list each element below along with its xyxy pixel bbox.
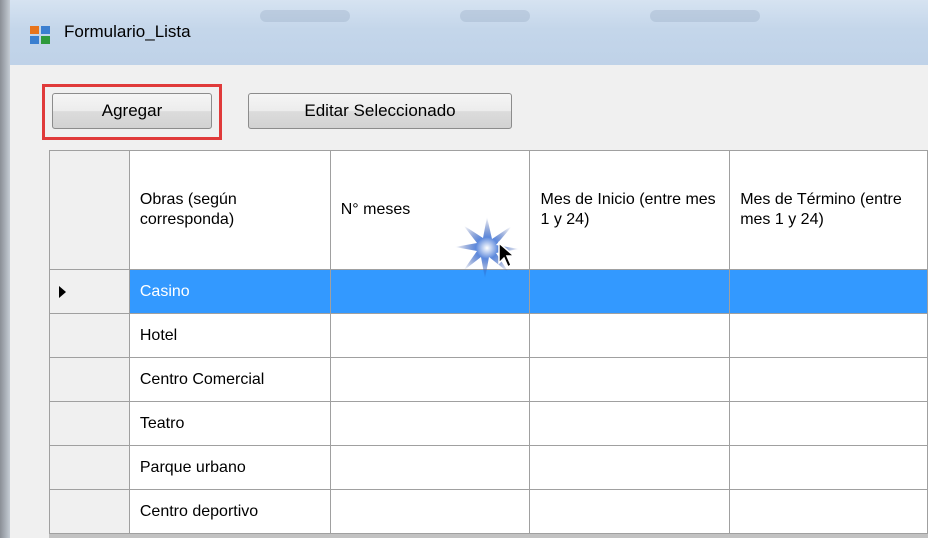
window-title: Formulario_Lista	[64, 22, 191, 41]
editar-seleccionado-button[interactable]: Editar Seleccionado	[248, 93, 512, 129]
cell-inicio[interactable]	[529, 401, 731, 446]
table-row[interactable]: Centro Comercial	[49, 357, 928, 402]
row-header[interactable]	[49, 401, 130, 446]
form-client-area: Agregar Editar Seleccionado Obras (según…	[20, 65, 928, 538]
cell-inicio[interactable]	[529, 313, 731, 358]
form-window: Formulario_Lista Agregar Editar Seleccio…	[10, 0, 928, 538]
cell-inicio[interactable]	[529, 269, 731, 314]
cell-obra[interactable]: Hotel	[128, 313, 331, 358]
table-row[interactable]: Hotel	[49, 313, 928, 358]
agregar-button[interactable]: Agregar	[52, 93, 212, 129]
cell-termino[interactable]	[729, 357, 928, 402]
titlebar-blur	[650, 10, 760, 22]
title-bar[interactable]: Formulario_Lista	[10, 0, 928, 65]
cell-termino[interactable]	[729, 445, 928, 490]
cell-obra[interactable]: Centro deportivo	[128, 489, 331, 534]
row-header[interactable]	[49, 489, 130, 534]
titlebar-blur	[460, 10, 530, 22]
cell-meses[interactable]	[329, 357, 531, 402]
cell-meses[interactable]	[329, 489, 531, 534]
column-header-inicio[interactable]: Mes de Inicio (entre mes 1 y 24)	[529, 150, 731, 270]
table-row[interactable]: Teatro	[49, 401, 928, 446]
cell-meses[interactable]	[329, 401, 531, 446]
table-row[interactable]: Parque urbano	[49, 445, 928, 490]
table-row[interactable]: Centro deportivo	[49, 489, 928, 534]
row-header[interactable]	[49, 269, 130, 314]
cell-inicio[interactable]	[529, 489, 731, 534]
current-row-arrow-icon	[59, 285, 66, 298]
data-grid[interactable]: Obras (según corresponda) N° meses Mes d…	[49, 150, 928, 538]
titlebar-blur	[260, 10, 350, 22]
corner-header[interactable]	[49, 150, 130, 270]
table-row[interactable]: Casino	[49, 269, 928, 314]
cell-inicio[interactable]	[529, 357, 731, 402]
column-header-termino[interactable]: Mes de Término (entre mes 1 y 24)	[729, 150, 928, 270]
cell-termino[interactable]	[729, 313, 928, 358]
cell-termino[interactable]	[729, 489, 928, 534]
cell-obra[interactable]: Parque urbano	[128, 445, 331, 490]
row-header[interactable]	[49, 445, 130, 490]
background-window-edge	[0, 0, 10, 538]
form-app-icon[interactable]	[30, 26, 50, 44]
cell-meses[interactable]	[329, 269, 531, 314]
column-header-meses[interactable]: N° meses	[329, 150, 531, 270]
cell-obra[interactable]: Centro Comercial	[128, 357, 331, 402]
cell-obra[interactable]: Casino	[128, 269, 331, 314]
cell-termino[interactable]	[729, 401, 928, 446]
grid-header-row: Obras (según corresponda) N° meses Mes d…	[49, 150, 928, 270]
column-header-obras[interactable]: Obras (según corresponda)	[128, 150, 331, 270]
row-header[interactable]	[49, 313, 130, 358]
grid-table: Obras (según corresponda) N° meses Mes d…	[49, 150, 928, 534]
cell-meses[interactable]	[329, 445, 531, 490]
row-header[interactable]	[49, 357, 130, 402]
cell-inicio[interactable]	[529, 445, 731, 490]
cell-meses[interactable]	[329, 313, 531, 358]
cell-obra[interactable]: Teatro	[128, 401, 331, 446]
cell-termino[interactable]	[729, 269, 928, 314]
